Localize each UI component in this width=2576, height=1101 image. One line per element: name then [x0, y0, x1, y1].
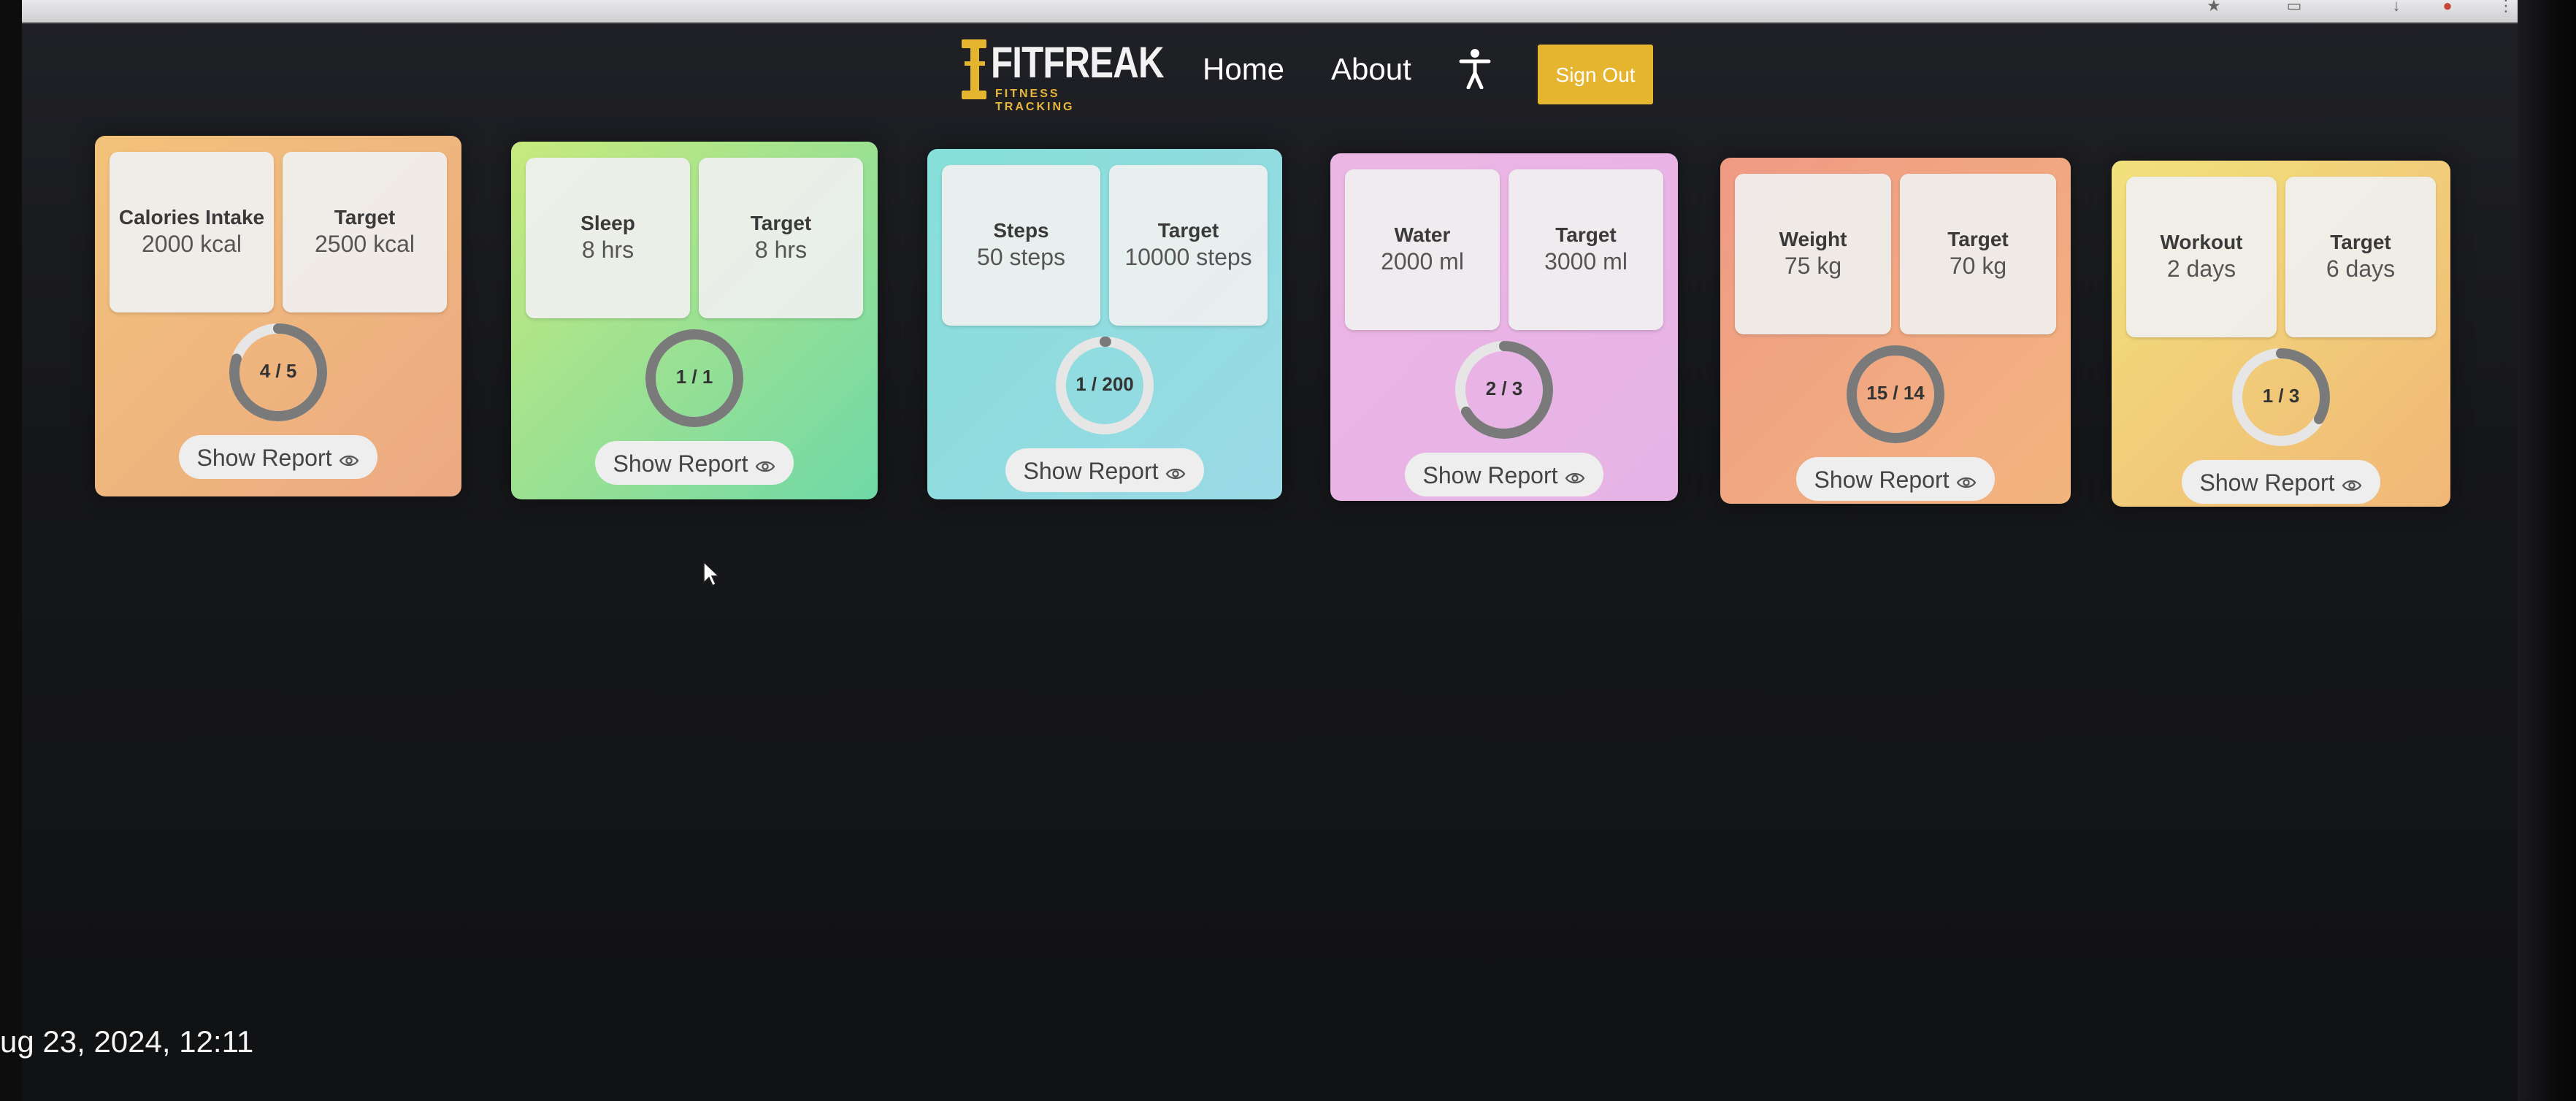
metric-card: Calories Intake 2000 kcal Target 2500 kcal 4… [95, 136, 461, 496]
dumbbell-icon [962, 39, 986, 99]
show-report-label: Show Report [2199, 469, 2335, 496]
progress-ring: 4 / 5 [224, 318, 332, 426]
target-stat-box: Target 8 hrs [699, 158, 863, 318]
show-report-label: Show Report [1023, 458, 1159, 484]
metric-stat-box-label: Steps [993, 219, 1049, 242]
metric-stat-box-label: Sleep [580, 212, 635, 234]
target-stat-box-label: Target [750, 212, 812, 234]
metric-stat-box-value: 50 steps [977, 244, 1065, 270]
metric-card: Weight 75 kg Target 70 kg 15 / 14 Show Report [1720, 158, 2071, 504]
eye-icon [2342, 463, 2362, 507]
show-report-button[interactable]: Show Report [595, 441, 794, 485]
sign-out-button[interactable]: Sign Out [1538, 45, 1653, 104]
target-stat-box-value: 2500 kcal [315, 231, 415, 257]
fitfreak-logo[interactable]: FITFREAK FITNESS TRACKING [960, 32, 1165, 113]
window-icon[interactable]: ▭ [2285, 0, 2303, 14]
show-report-button[interactable]: Show Report [2182, 460, 2380, 504]
star-icon[interactable]: ★ [2205, 0, 2223, 14]
target-stat-box-label: Target [1555, 223, 1617, 246]
progress-ring-label: 1 / 3 [2262, 385, 2300, 407]
top-navbar: FITFREAK FITNESS TRACKING Home About Sig… [0, 22, 2576, 131]
nav-home-link[interactable]: Home [1203, 51, 1284, 88]
screen: ★ ▭ ↓ ● ⋮ FITFREAK FITNESS TRACKING Home… [0, 0, 2576, 1101]
metric-stat-box-label: Water [1394, 223, 1451, 246]
target-stat-box-value: 70 kg [1949, 253, 2007, 279]
metric-stat-box-label: Calories Intake [118, 206, 265, 229]
show-report-label: Show Report [196, 445, 332, 471]
show-report-button[interactable]: Show Report [1005, 448, 1204, 492]
metric-card: Water 2000 ml Target 3000 ml 2 / 3 Show Repor… [1330, 153, 1678, 501]
progress-ring: 1 / 1 [640, 324, 748, 432]
metric-stat-box-value: 2000 kcal [142, 231, 242, 257]
metric-stat-box-label: Workout [2160, 231, 2243, 253]
monitor-bezel-left [0, 0, 22, 1101]
target-stat-box-value: 8 hrs [754, 237, 808, 263]
show-report-label: Show Report [1422, 462, 1558, 488]
metric-card: Sleep 8 hrs Target 8 hrs 1 / 1 Show Report [511, 142, 878, 499]
metric-stat-box-value: 2000 ml [1381, 248, 1464, 275]
target-stat-box-value: 10000 steps [1124, 244, 1252, 270]
logo-subtitle: FITNESS TRACKING [995, 88, 1075, 113]
progress-ring-label: 4 / 5 [259, 360, 297, 382]
target-stat-box: Target 10000 steps [1109, 165, 1268, 326]
target-stat-box-value: 6 days [2326, 256, 2396, 282]
logo-title: FITFREAK [991, 38, 1165, 87]
show-report-button[interactable]: Show Report [1405, 453, 1603, 496]
show-report-button[interactable]: Show Report [179, 435, 377, 479]
target-stat-box-value: 3000 ml [1544, 248, 1628, 275]
metric-stat-box: Water 2000 ml [1345, 169, 1500, 330]
browser-toolbar-edge: ★ ▭ ↓ ● ⋮ [22, 0, 2518, 23]
taskbar-clock: ug 23, 2024, 12:11 [0, 1024, 254, 1059]
eye-icon [1565, 456, 1585, 499]
nav-about-link[interactable]: About [1331, 51, 1411, 88]
target-stat-box: Target 3000 ml [1509, 169, 1663, 330]
target-stat-box: Target 70 kg [1900, 174, 2056, 334]
progress-ring: 1 / 200 [1051, 331, 1159, 440]
metric-stat-box: Calories Intake 2000 kcal [110, 152, 274, 312]
progress-ring-label: 1 / 200 [1076, 373, 1134, 395]
download-icon[interactable]: ↓ [2388, 0, 2405, 14]
target-stat-box-label: Target [334, 206, 396, 229]
metric-stat-box-label: Weight [1779, 228, 1847, 250]
show-report-label: Show Report [613, 450, 748, 477]
eye-icon [1956, 460, 1977, 504]
metric-card: Workout 2 days Target 6 days 1 / 3 Show Repor… [2112, 161, 2450, 507]
target-stat-box: Target 2500 kcal [283, 152, 447, 312]
mouse-cursor-icon [703, 561, 720, 587]
profile-avatar-icon[interactable]: ● [2439, 0, 2456, 14]
monitor-bezel-right [2518, 0, 2576, 1101]
person-standing-icon[interactable] [1458, 48, 1492, 89]
eye-icon [339, 438, 359, 482]
target-stat-box-label: Target [1947, 228, 2009, 250]
metric-card: Steps 50 steps Target 10000 steps 1 / 200 Sho… [927, 149, 1282, 499]
more-menu-icon[interactable]: ⋮ [2497, 0, 2515, 14]
show-report-button[interactable]: Show Report [1796, 457, 1995, 501]
progress-ring-label: 15 / 14 [1866, 382, 1925, 404]
metric-stat-box-value: 8 hrs [581, 237, 635, 263]
target-stat-box-label: Target [2330, 231, 2391, 253]
metric-stat-box-value: 75 kg [1784, 253, 1842, 279]
target-stat-box-label: Target [1157, 219, 1219, 242]
metric-stat-box: Steps 50 steps [942, 165, 1100, 326]
metric-stat-box: Weight 75 kg [1735, 174, 1891, 334]
progress-ring: 2 / 3 [1450, 336, 1558, 444]
progress-ring: 15 / 14 [1841, 340, 1950, 448]
progress-ring-label: 1 / 1 [675, 366, 713, 388]
progress-ring: 1 / 3 [2227, 343, 2335, 451]
show-report-label: Show Report [1814, 467, 1950, 493]
metric-stat-box: Sleep 8 hrs [526, 158, 690, 318]
eye-icon [755, 444, 775, 488]
eye-icon [1165, 451, 1186, 495]
metric-stat-box-value: 2 days [2166, 256, 2236, 282]
metric-stat-box: Workout 2 days [2126, 177, 2277, 337]
target-stat-box: Target 6 days [2285, 177, 2436, 337]
progress-ring-label: 2 / 3 [1485, 377, 1523, 399]
